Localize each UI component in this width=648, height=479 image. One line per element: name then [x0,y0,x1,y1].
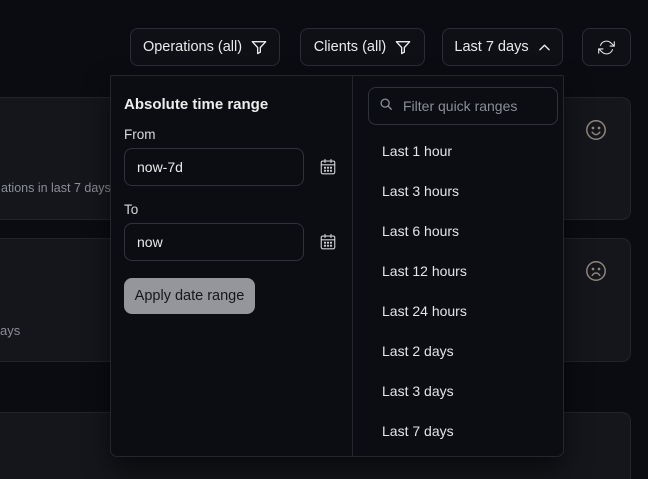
quick-range-option-last-2-days[interactable]: Last 2 days [353,331,564,371]
time-range-picker-button[interactable]: Last 7 days [442,28,563,66]
card-subtitle-partial: ations in last 7 days [1,181,111,195]
funnel-filter-icon [251,40,267,55]
quick-range-filter[interactable] [368,87,558,125]
time-picker-dropdown: Absolute time range From [110,75,564,457]
card-subtitle-partial-2: ays [0,323,20,338]
funnel-filter-icon [395,40,411,55]
quick-range-list: Last 1 hour Last 3 hours Last 6 hours La… [353,131,564,451]
absolute-time-range-section: Absolute time range From [111,76,352,456]
refresh-sync-icon [598,39,615,56]
operations-filter-button[interactable]: Operations (all) [130,28,280,66]
refresh-button[interactable] [582,28,631,66]
to-label: To [124,202,138,217]
quick-ranges-section: Last 1 hour Last 3 hours Last 6 hours La… [352,76,564,456]
clients-filter-label: Clients (all) [314,39,387,55]
operations-filter-label: Operations (all) [143,39,242,55]
apply-date-range-button[interactable]: Apply date range [124,278,255,314]
clients-filter-button[interactable]: Clients (all) [300,28,425,66]
calendar-icon [319,239,337,254]
quick-range-option-last-1-hour[interactable]: Last 1 hour [353,131,564,171]
quick-range-filter-input[interactable] [401,97,547,115]
quick-range-option-last-12-hours[interactable]: Last 12 hours [353,251,564,291]
to-input[interactable] [124,223,304,261]
quick-range-option-last-7-days[interactable]: Last 7 days [353,411,564,451]
from-calendar-button[interactable] [317,157,339,179]
quick-range-option-last-6-hours[interactable]: Last 6 hours [353,211,564,251]
absolute-time-range-title: Absolute time range [124,96,268,113]
chevron-up-icon [538,42,551,53]
quick-range-option-last-3-hours[interactable]: Last 3 hours [353,171,564,211]
search-icon [379,97,393,116]
to-calendar-button[interactable] [317,232,339,254]
calendar-icon [319,164,337,179]
quick-range-option-last-3-days[interactable]: Last 3 days [353,371,564,411]
frowny-face-icon [584,259,608,288]
dashboard-screen: ations in last 7 days ays Operations (al… [0,0,648,479]
from-label: From [124,127,156,142]
smiley-face-icon [584,118,608,147]
quick-range-option-last-24-hours[interactable]: Last 24 hours [353,291,564,331]
from-input[interactable] [124,148,304,186]
time-range-label: Last 7 days [454,39,528,55]
